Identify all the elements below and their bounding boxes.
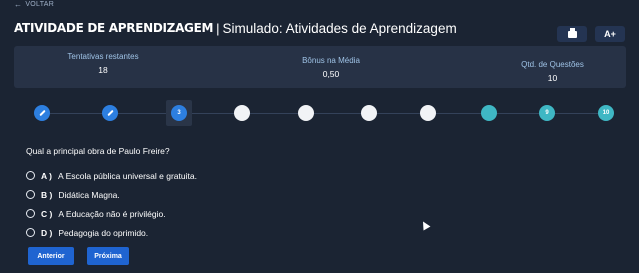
step-4[interactable] xyxy=(234,105,250,121)
arrow-left-icon: ← xyxy=(14,0,23,9)
radio-button[interactable] xyxy=(26,209,35,218)
answer-options: A ) A Escola pública universal e gratuit… xyxy=(26,166,197,242)
step-9[interactable]: 9 xyxy=(539,105,555,121)
stat-questions: Qtd. de Questões 10 xyxy=(515,60,590,83)
step-7[interactable] xyxy=(420,105,436,121)
question-text: Qual a principal obra de Paulo Freire? xyxy=(26,146,170,156)
step-2[interactable] xyxy=(102,105,118,121)
print-button[interactable] xyxy=(557,26,587,42)
step-1[interactable] xyxy=(34,105,50,121)
page-subtitle: Simulado: Atividades de Aprendizagem xyxy=(222,20,457,36)
step-3[interactable]: 3 xyxy=(171,105,187,121)
radio-button[interactable] xyxy=(26,190,35,199)
option-a[interactable]: A ) A Escola pública universal e gratuit… xyxy=(26,166,197,185)
back-label: VOLTAR xyxy=(25,1,55,8)
stat-value: 0,50 xyxy=(322,69,340,79)
option-b[interactable]: B ) Didática Magna. xyxy=(26,185,197,204)
option-text: Pedagogia do oprimido. xyxy=(58,227,149,238)
page-header: ATIVIDADE DE APRENDIZAGEM | Simulado: At… xyxy=(14,15,629,41)
stats-card: Tentativas restantes 18 Bônus na Média 0… xyxy=(14,46,626,88)
step-8[interactable] xyxy=(481,105,497,121)
font-size-button[interactable]: A+ xyxy=(595,26,625,42)
option-letter: D ) xyxy=(41,227,53,238)
stat-attempts: Tentativas restantes 18 xyxy=(58,52,148,75)
option-text: A Educação não é privilégio. xyxy=(58,208,166,219)
option-text: A Escola pública universal e gratuita. xyxy=(58,170,197,181)
stat-label: Tentativas restantes xyxy=(67,52,139,61)
navigation-buttons: Anterior Próxima xyxy=(28,247,129,265)
stat-label: Qtd. de Questões xyxy=(521,60,584,69)
page-title: ATIVIDADE DE APRENDIZAGEM xyxy=(14,21,214,35)
option-c[interactable]: C ) A Educação não é privilégio. xyxy=(26,204,197,223)
header-actions: A+ xyxy=(557,26,625,42)
option-letter: C ) xyxy=(41,208,53,219)
option-d[interactable]: D ) Pedagogia do oprimido. xyxy=(26,223,197,242)
mouse-cursor-icon xyxy=(419,219,431,231)
stepper-track xyxy=(40,113,614,114)
stat-value: 10 xyxy=(547,73,558,83)
radio-button[interactable] xyxy=(26,171,35,180)
title-separator: | xyxy=(216,20,220,36)
print-icon xyxy=(567,27,577,38)
previous-button[interactable]: Anterior xyxy=(28,247,74,265)
radio-button[interactable] xyxy=(26,228,35,237)
back-link[interactable]: ← VOLTAR xyxy=(14,0,54,9)
question-stepper: 3 9 10 xyxy=(14,100,626,128)
pencil-icon xyxy=(38,109,46,117)
option-text: Didática Magna. xyxy=(58,189,120,200)
option-letter: A ) xyxy=(41,170,53,181)
stat-label: Bônus na Média xyxy=(302,56,360,65)
step-5[interactable] xyxy=(298,105,314,121)
step-6[interactable] xyxy=(361,105,377,121)
option-letter: B ) xyxy=(41,189,53,200)
step-10[interactable]: 10 xyxy=(598,105,614,121)
pencil-icon xyxy=(106,109,114,117)
stat-bonus: Bônus na Média 0,50 xyxy=(296,56,366,79)
stat-value: 18 xyxy=(98,65,108,75)
next-button[interactable]: Próxima xyxy=(87,247,129,265)
